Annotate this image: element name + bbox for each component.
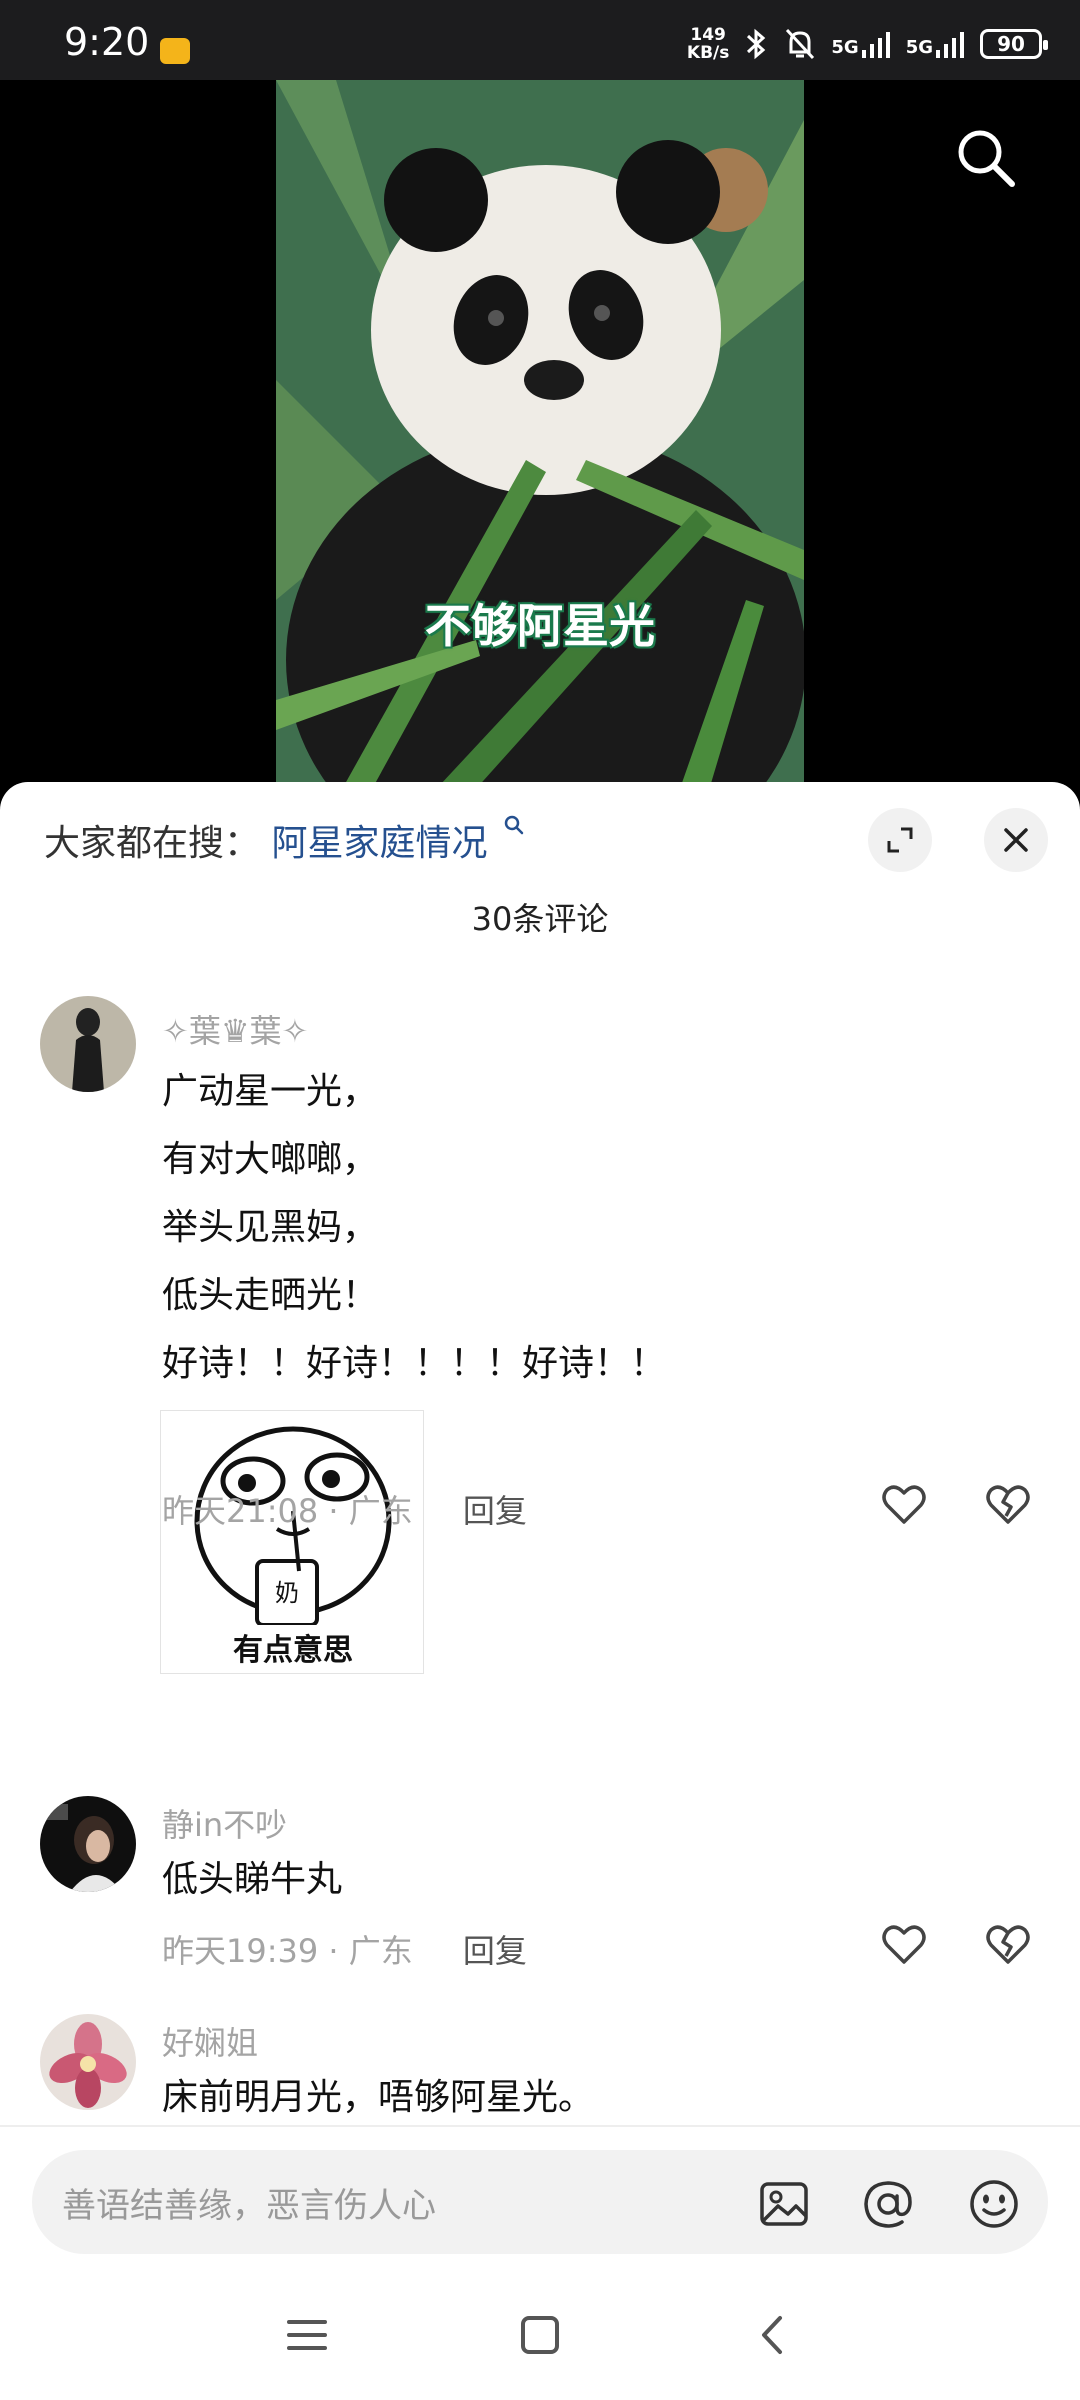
menu-icon[interactable] bbox=[282, 2310, 332, 2360]
close-icon bbox=[1004, 828, 1028, 852]
page: 9:20 149 KB/s 5G 5G 90 不够阿星光 大家都在搜： 阿星家庭… bbox=[0, 0, 1080, 2400]
comment-time-location: 昨天21:08 · 广东 bbox=[162, 1492, 413, 1530]
small-search-icon bbox=[504, 815, 524, 835]
comment-username[interactable]: ✧葉♛葉✧ bbox=[162, 1006, 308, 1052]
reply-button[interactable]: 回复 bbox=[463, 1492, 527, 1530]
video-player[interactable]: 不够阿星光 bbox=[0, 80, 1080, 800]
trending-label: 大家都在搜： bbox=[44, 823, 261, 864]
sticker-caption: 有点意思 bbox=[233, 1633, 353, 1668]
status-time: 9:20 bbox=[64, 20, 150, 64]
network-speed-value: 149 bbox=[690, 25, 726, 45]
battery-indicator: 90 bbox=[980, 29, 1048, 59]
avatar-image bbox=[40, 996, 136, 1092]
trending-search[interactable]: 大家都在搜： 阿星家庭情况 bbox=[44, 814, 525, 866]
comment-time-location: 昨天19:39 · 广东 bbox=[162, 1932, 413, 1970]
comment-meta: 昨天21:08 · 广东 回复 bbox=[162, 1486, 527, 1532]
comment-text: 床前明月光，唔够阿星光。 bbox=[162, 2077, 595, 2118]
broken-heart-icon[interactable] bbox=[984, 1920, 1032, 1968]
expand-icon bbox=[887, 827, 913, 853]
sticker-cup-label: 奶 bbox=[275, 1579, 299, 1607]
signal-5g-2: 5G bbox=[906, 30, 966, 58]
heart-icon[interactable] bbox=[880, 1480, 928, 1528]
avatar[interactable] bbox=[40, 2014, 136, 2110]
panda-video-image bbox=[276, 80, 804, 800]
signal-bars-icon bbox=[861, 32, 890, 58]
back-icon[interactable] bbox=[748, 2310, 798, 2360]
comment-text: 广动星一光， 有对大啷啷， 举头见黑妈， 低头走晒光！ 好诗！！好诗！！！！好诗… bbox=[162, 1058, 666, 1398]
avatar[interactable] bbox=[40, 996, 136, 1092]
bluetooth-icon bbox=[747, 28, 766, 60]
video-frame[interactable] bbox=[276, 80, 804, 800]
status-bar: 9:20 149 KB/s 5G 5G 90 bbox=[0, 0, 1080, 80]
avatar-image bbox=[40, 1796, 136, 1892]
network-speed: 149 KB/s bbox=[687, 26, 729, 62]
comment-line: 广动星一光， bbox=[162, 1071, 379, 1112]
image-picker-icon[interactable] bbox=[758, 2178, 810, 2230]
comment-count: 30条评论 bbox=[471, 900, 609, 938]
app-notification-icon bbox=[160, 38, 190, 64]
comment-username[interactable]: 好娴姐 bbox=[162, 2018, 258, 2064]
comment-item: ✧葉♛葉✧ 广动星一光， 有对大啷啷， 举头见黑妈， 低头走晒光！ 好诗！！好诗… bbox=[0, 996, 1080, 1674]
comment-username[interactable]: 静in不吵 bbox=[162, 1800, 287, 1846]
mute-bell-icon bbox=[786, 28, 815, 60]
network-type-label-1: 5G bbox=[831, 37, 859, 58]
emoji-icon[interactable] bbox=[968, 2178, 1020, 2230]
trending-query-link[interactable]: 阿星家庭情况 bbox=[271, 823, 487, 864]
broken-heart-icon[interactable] bbox=[984, 1480, 1032, 1528]
comment-line: 有对大啷啷， bbox=[162, 1139, 379, 1180]
signal-5g-1: 5G bbox=[831, 30, 891, 58]
comment-line: 举头见黑妈， bbox=[162, 1207, 379, 1248]
network-speed-unit: KB/s bbox=[686, 43, 730, 63]
comment-input-placeholder: 善语结善缘，恶言伤人心 bbox=[62, 2186, 436, 2226]
comment-line: 好诗！！好诗！！！！好诗！！ bbox=[162, 1343, 667, 1384]
reply-button[interactable]: 回复 bbox=[463, 1932, 527, 1970]
avatar-image bbox=[40, 2014, 136, 2110]
network-type-label-2: 5G bbox=[905, 37, 933, 58]
avatar[interactable] bbox=[40, 1796, 136, 1892]
heart-icon[interactable] bbox=[880, 1920, 928, 1968]
close-button[interactable] bbox=[984, 808, 1048, 872]
sticker-image[interactable]: 奶 有点意思 bbox=[160, 1410, 424, 1674]
battery-level: 90 bbox=[997, 32, 1025, 56]
mention-icon[interactable] bbox=[862, 2178, 914, 2230]
system-nav-bar bbox=[0, 2270, 1080, 2400]
comment-input[interactable]: 善语结善缘，恶言伤人心 bbox=[32, 2150, 1048, 2254]
expand-button[interactable] bbox=[868, 808, 932, 872]
status-icons: 149 KB/s 5G 5G 90 bbox=[687, 24, 1048, 64]
comment-text: 低头睇牛丸 bbox=[162, 1859, 343, 1900]
home-icon[interactable] bbox=[515, 2310, 565, 2360]
signal-bars-icon bbox=[936, 32, 964, 58]
comment-line: 低头走晒光！ bbox=[162, 1275, 379, 1316]
video-subtitle: 不够阿星光 bbox=[425, 599, 655, 653]
comment-item: 静in不吵 低头睇牛丸 昨天19:39 · 广东 回复 bbox=[0, 1796, 1080, 1976]
comment-meta: 昨天19:39 · 广东 回复 bbox=[162, 1926, 527, 1972]
input-divider bbox=[0, 2125, 1080, 2127]
search-icon[interactable] bbox=[952, 124, 1020, 192]
